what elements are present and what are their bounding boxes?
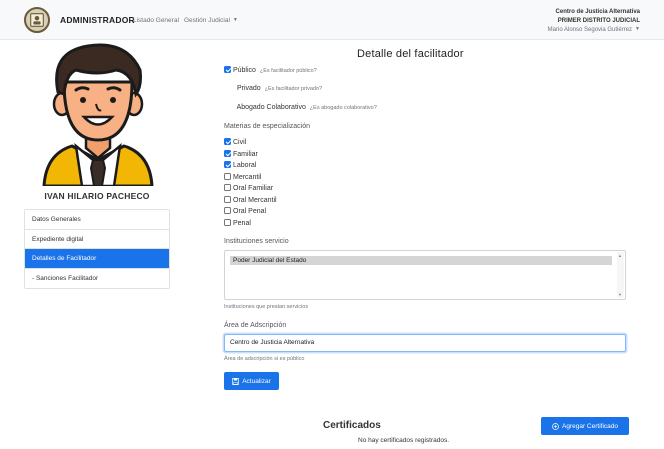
update-button-label: Actualizar xyxy=(242,377,271,385)
materia-label: Oral Penal xyxy=(233,208,267,215)
instituciones-label: Instituciones servicio xyxy=(224,238,289,245)
materia-checkbox[interactable] xyxy=(224,184,231,191)
materia-oral-familiar[interactable]: Oral Familiar xyxy=(224,184,273,192)
instituciones-help: Instituciones que prestan servicios xyxy=(224,304,309,310)
materia-civil[interactable]: Civil xyxy=(224,138,246,146)
nav-gestion-judicial[interactable]: Gestión Judicial ▼ xyxy=(184,17,238,24)
certificados-empty-text: No hay certificados registrados. xyxy=(358,437,450,444)
update-button[interactable]: Actualizar xyxy=(224,372,279,390)
instituciones-select[interactable]: Poder Judicial del Estado ▲ ▼ xyxy=(224,250,626,300)
materia-oral-mercantil[interactable]: Oral Mercantil xyxy=(224,196,277,204)
materia-checkbox[interactable] xyxy=(224,138,231,145)
user-menu[interactable]: Centro de Justicia Alternativa PRIMER DI… xyxy=(548,8,640,35)
logo-icon[interactable] xyxy=(24,7,50,33)
sidebar-item-sanciones-facilitador[interactable]: - Sanciones Facilitador xyxy=(25,268,169,288)
materia-oral-penal[interactable]: Oral Penal xyxy=(224,207,266,215)
publico-checkbox[interactable] xyxy=(224,66,231,73)
nav-listado-general[interactable]: Listado General xyxy=(133,17,179,24)
publico-hint: ¿Es facilitador público? xyxy=(259,68,317,74)
materia-label: Penal xyxy=(233,220,251,227)
materia-label: Laboral xyxy=(233,162,257,169)
option-privado[interactable]: Privado ¿Es facilitador privado? xyxy=(224,85,322,92)
sidebar-menu: Datos Generales Expediente digital Detal… xyxy=(24,209,170,289)
scrollbar[interactable]: ▲ ▼ xyxy=(617,252,624,298)
user-name-text: Mario Alonso Segovia Gutiérrez xyxy=(547,27,633,33)
publico-label: Público xyxy=(232,67,256,74)
materia-checkbox[interactable] xyxy=(224,196,231,203)
brand-title[interactable]: ADMINISTRADOR xyxy=(60,15,135,25)
profile-name: IVAN HILARIO PACHECO xyxy=(44,191,150,201)
privado-label: Privado xyxy=(236,85,261,92)
add-certificate-button[interactable]: Agregar Certificado xyxy=(541,417,629,435)
add-certificate-label: Agregar Certificado xyxy=(562,422,618,430)
caret-down-icon: ▼ xyxy=(635,26,640,32)
user-organization: Centro de Justicia Alternativa xyxy=(555,9,640,15)
caret-down-icon: ▼ xyxy=(232,17,238,23)
user-name: Mario Alonso Segovia Gutiérrez ▼ xyxy=(548,25,640,35)
materia-laboral[interactable]: Laboral xyxy=(224,161,256,169)
materia-label: Mercantil xyxy=(233,174,262,181)
nav-gestion-judicial-label: Gestión Judicial xyxy=(184,17,230,24)
area-help: Área de adscripción si es público xyxy=(224,356,305,362)
materias-label: Materias de especialización xyxy=(224,123,310,130)
abogado-colaborativo-hint: ¿Es abogado colaborativo? xyxy=(309,105,377,111)
scroll-up-icon[interactable]: ▲ xyxy=(618,253,622,258)
top-navbar: ADMINISTRADOR Listado General Gestión Ju… xyxy=(0,0,664,40)
abogado-colaborativo-label: Abogado Colaborativo xyxy=(236,104,306,111)
materia-label: Civil xyxy=(233,139,247,146)
save-icon xyxy=(232,377,240,385)
user-district: PRIMER DISTRITO JUDICIAL xyxy=(557,17,640,24)
sidebar-item-datos-generales[interactable]: Datos Generales xyxy=(25,210,169,230)
option-publico[interactable]: Público ¿Es facilitador público? xyxy=(224,66,317,74)
avatar xyxy=(36,42,160,188)
materia-checkbox[interactable] xyxy=(224,161,231,168)
sidebar-item-detalles-facilitador[interactable]: Detalles de Facilitador xyxy=(25,249,169,269)
materia-mercantil[interactable]: Mercantil xyxy=(224,173,261,181)
materia-checkbox[interactable] xyxy=(224,173,231,180)
privado-hint: ¿Es facilitador privado? xyxy=(264,86,323,92)
plus-circle-icon xyxy=(552,422,559,430)
materia-label: Familiar xyxy=(233,151,258,158)
materia-checkbox[interactable] xyxy=(224,150,231,157)
materia-checkbox[interactable] xyxy=(224,207,231,214)
materia-checkbox[interactable] xyxy=(224,219,231,226)
area-label: Área de Adscripción xyxy=(224,322,287,329)
scroll-down-icon[interactable]: ▼ xyxy=(618,292,622,297)
materia-label: Oral Mercantil xyxy=(233,197,277,204)
certificados-title: Certificados xyxy=(323,420,381,431)
area-adscripcion-input[interactable]: Centro de Justicia Alternativa xyxy=(224,334,626,352)
option-abogado-colaborativo[interactable]: Abogado Colaborativo ¿Es abogado colabor… xyxy=(224,104,377,111)
materia-label: Oral Familiar xyxy=(233,185,274,192)
materia-penal[interactable]: Penal xyxy=(224,219,251,227)
page-title: Detalle del facilitador xyxy=(357,48,464,60)
sidebar-item-expediente-digital[interactable]: Expediente digital xyxy=(25,229,169,249)
instituciones-option[interactable]: Poder Judicial del Estado xyxy=(230,256,612,265)
materia-familiar[interactable]: Familiar xyxy=(224,150,258,158)
